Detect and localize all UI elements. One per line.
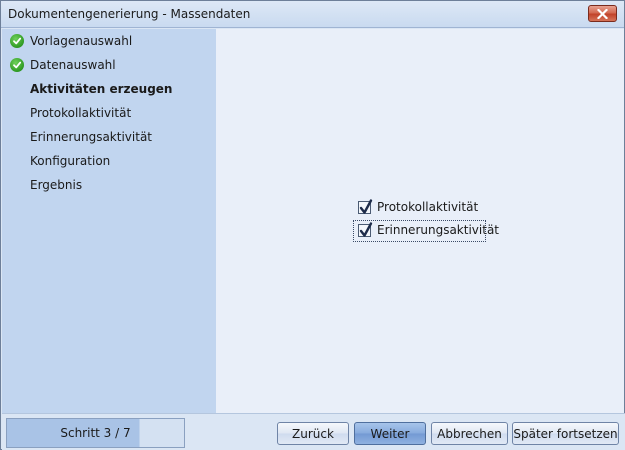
erinnerungsaktivitaet-checkbox[interactable]: Erinnerungsaktivität — [358, 221, 499, 237]
window-title: Dokumentengenerierung - Massendaten — [8, 7, 251, 21]
cancel-button[interactable]: Abbrechen — [431, 422, 508, 445]
wizard-steps-sidebar: Vorlagenauswahl Datenauswahl Aktivitäten… — [2, 29, 216, 413]
title-bar[interactable]: Dokumentengenerierung - Massendaten — [1, 1, 624, 28]
step-datenauswahl: Datenauswahl — [2, 55, 216, 75]
step-erinnerungsaktivitaet: Erinnerungsaktivität — [2, 127, 216, 147]
close-button[interactable] — [588, 5, 617, 22]
step-label: Datenauswahl — [30, 58, 116, 72]
next-button[interactable]: Weiter — [354, 422, 426, 445]
step-protokollaktivitaet: Protokollaktivität — [2, 103, 216, 123]
checkmark-icon — [359, 221, 373, 237]
checkbox-box[interactable] — [358, 198, 373, 214]
step-label: Vorlagenauswahl — [30, 34, 133, 48]
step-vorlagenauswahl: Vorlagenauswahl — [2, 31, 216, 51]
checkbox-label[interactable]: Erinnerungsaktivität — [377, 223, 499, 237]
check-circle-icon — [10, 34, 24, 48]
step-label: Protokollaktivität — [30, 106, 132, 120]
save-later-button[interactable]: Später fortsetzen — [512, 422, 619, 445]
back-button[interactable]: Zurück — [277, 422, 349, 445]
step-counter: Schritt 3 / 7 — [6, 418, 185, 448]
wizard-footer: Schritt 3 / 7 Zurück Weiter Abbrechen Sp… — [2, 413, 625, 450]
step-label: Konfiguration — [30, 154, 111, 168]
checkbox-label[interactable]: Protokollaktivität — [377, 200, 478, 214]
step-aktivitaeten-erzeugen: Aktivitäten erzeugen — [2, 79, 216, 99]
checkmark-icon — [359, 198, 373, 214]
checkbox-box[interactable] — [358, 221, 373, 237]
step-ergebnis: Ergebnis — [2, 175, 216, 195]
step-konfiguration: Konfiguration — [2, 151, 216, 171]
wizard-window: Dokumentengenerierung - Massendaten Vorl… — [0, 0, 625, 450]
close-icon — [597, 8, 608, 19]
check-circle-icon — [10, 58, 24, 72]
main-content: Protokollaktivität Erinnerungsaktivität — [216, 29, 624, 413]
step-label: Erinnerungsaktivität — [30, 130, 152, 144]
step-label: Ergebnis — [30, 178, 83, 192]
step-label: Aktivitäten erzeugen — [30, 82, 173, 96]
protokollaktivitaet-checkbox[interactable]: Protokollaktivität — [358, 198, 478, 214]
